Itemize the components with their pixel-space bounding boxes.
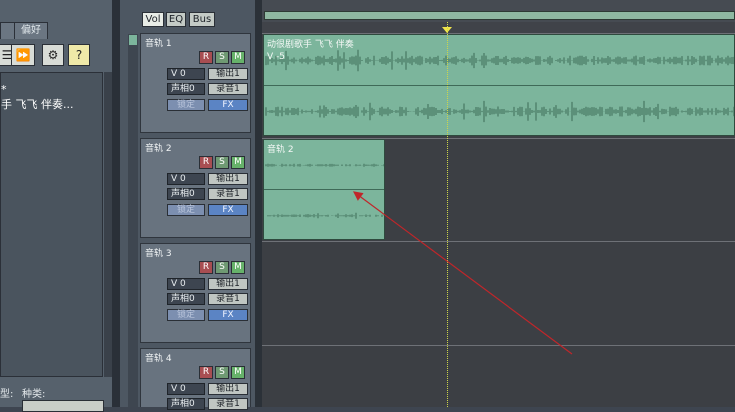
record-input-button[interactable]: 录音1 bbox=[208, 83, 248, 95]
track-selector-strip[interactable] bbox=[128, 34, 138, 407]
volume-field[interactable]: V 0 bbox=[167, 173, 205, 185]
pan-field[interactable]: 声相0 bbox=[167, 188, 205, 200]
file-list-item[interactable]: * bbox=[1, 83, 7, 96]
record-button[interactable]: R bbox=[199, 156, 213, 169]
track-selected-indicator bbox=[129, 35, 137, 45]
solo-button[interactable]: S bbox=[215, 156, 229, 169]
pan-field[interactable]: 声相0 bbox=[167, 83, 205, 95]
file-list[interactable]: * 手 飞飞 伴奏... bbox=[0, 72, 103, 377]
fast-forward-icon[interactable]: ⏩ bbox=[11, 44, 35, 66]
volume-field[interactable]: V 0 bbox=[167, 278, 205, 290]
solo-button[interactable]: S bbox=[215, 366, 229, 379]
solo-button[interactable]: S bbox=[215, 261, 229, 274]
file-list-scrollbar[interactable] bbox=[104, 72, 112, 377]
panel-divider[interactable] bbox=[112, 0, 120, 407]
tab-preferences[interactable]: 偏好 bbox=[14, 22, 48, 39]
output-button[interactable]: 输出1 bbox=[208, 278, 248, 290]
gear-icon[interactable]: ⚙ bbox=[42, 44, 64, 66]
track-header-3[interactable]: 音轨 3 R S M V 0 输出1 声相0 录音1 锁定 FX bbox=[140, 243, 251, 343]
tab-bus[interactable]: Bus bbox=[189, 12, 215, 27]
file-browser-panel: 偏好 ☰ ⏩ ⚙ ? * 手 飞飞 伴奏... 型: 种类: bbox=[0, 0, 112, 412]
annotation-arrow bbox=[353, 191, 573, 355]
tab-preferences-label: 偏好 bbox=[21, 25, 41, 36]
track-name: 音轨 4 bbox=[145, 354, 172, 364]
tab-vol[interactable]: Vol bbox=[142, 12, 164, 27]
record-input-button[interactable]: 录音1 bbox=[208, 188, 248, 200]
category-label: 种类: bbox=[22, 389, 46, 400]
pan-field[interactable]: 声相0 bbox=[167, 398, 205, 410]
mute-button[interactable]: M bbox=[231, 51, 245, 64]
track-name: 音轨 3 bbox=[145, 249, 172, 259]
lock-button[interactable]: 锁定 bbox=[167, 309, 205, 321]
pan-field[interactable]: 声相0 bbox=[167, 293, 205, 305]
record-input-button[interactable]: 录音1 bbox=[208, 398, 248, 410]
help-icon[interactable]: ? bbox=[68, 44, 90, 66]
mute-button[interactable]: M bbox=[231, 261, 245, 274]
lock-button[interactable]: 锁定 bbox=[167, 99, 205, 111]
arrange-view[interactable]: 动很剧歌手 飞飞 伴奏 V -5 音轨 2 bbox=[262, 0, 735, 407]
track-header-4[interactable]: 音轨 4 R S M V 0 输出1 声相0 录音1 bbox=[140, 348, 251, 410]
lock-button[interactable]: 锁定 bbox=[167, 204, 205, 216]
track-name: 音轨 1 bbox=[145, 39, 172, 49]
solo-button[interactable]: S bbox=[215, 51, 229, 64]
type-label: 型: bbox=[0, 389, 14, 400]
fx-button[interactable]: FX bbox=[208, 99, 248, 111]
fx-button[interactable]: FX bbox=[208, 309, 248, 321]
track-header-column: Vol EQ Bus 音轨 1 R S M V 0 输出1 声相0 录音1 锁定… bbox=[120, 0, 255, 410]
record-button[interactable]: R bbox=[199, 261, 213, 274]
record-input-button[interactable]: 录音1 bbox=[208, 293, 248, 305]
category-select[interactable] bbox=[22, 400, 104, 412]
output-button[interactable]: 输出1 bbox=[208, 383, 248, 395]
track-name: 音轨 2 bbox=[145, 144, 172, 154]
mute-button[interactable]: M bbox=[231, 156, 245, 169]
volume-field[interactable]: V 0 bbox=[167, 68, 205, 80]
header-separator bbox=[255, 0, 262, 407]
record-button[interactable]: R bbox=[199, 51, 213, 64]
fx-button[interactable]: FX bbox=[208, 204, 248, 216]
record-button[interactable]: R bbox=[199, 366, 213, 379]
output-button[interactable]: 输出1 bbox=[208, 173, 248, 185]
mute-button[interactable]: M bbox=[231, 366, 245, 379]
tab-eq[interactable]: EQ bbox=[166, 12, 186, 27]
file-list-item[interactable]: 手 飞飞 伴奏... bbox=[1, 96, 73, 112]
volume-field[interactable]: V 0 bbox=[167, 383, 205, 395]
track-header-1[interactable]: 音轨 1 R S M V 0 输出1 声相0 录音1 锁定 FX bbox=[140, 33, 251, 133]
track-header-2[interactable]: 音轨 2 R S M V 0 输出1 声相0 录音1 锁定 FX bbox=[140, 138, 251, 238]
output-button[interactable]: 输出1 bbox=[208, 68, 248, 80]
